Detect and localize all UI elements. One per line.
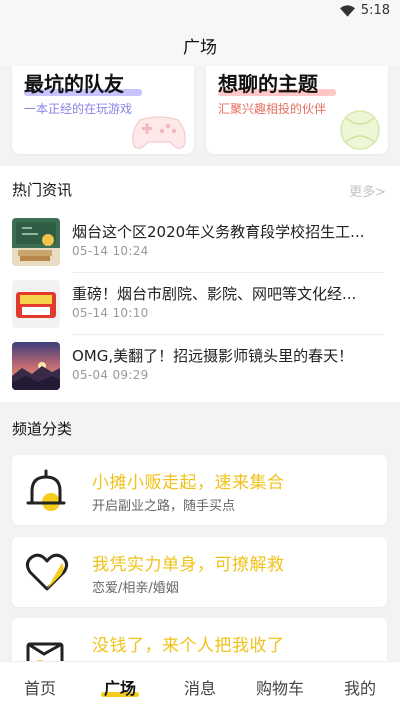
card-subtitle: 一本正经的在玩游戏: [24, 102, 133, 116]
news-title: 重磅！烟台市剧院、影院、网吧等文化经...: [72, 285, 357, 303]
tab-messages[interactable]: 消息: [160, 662, 240, 711]
news-thumbnail: [12, 218, 60, 266]
section-heading: 频道分类: [12, 420, 73, 438]
channel-subtitle: 恋爱/相亲/婚姻: [92, 581, 179, 596]
page-title: 广场: [183, 37, 217, 58]
tab-square[interactable]: 广场: [80, 662, 160, 711]
channel-title: 我凭实力单身，可撩解救: [92, 555, 285, 575]
section-heading: 热门资讯: [12, 181, 73, 199]
news-item[interactable]: 烟台这个区2020年义务教育段学校招生工... 05-14 10:24: [0, 211, 400, 273]
tab-home[interactable]: 首页: [0, 662, 80, 711]
gamepad-icon: [132, 116, 186, 149]
card-title: 想聊的主题: [218, 72, 318, 96]
channel-card-dating[interactable]: 我凭实力单身，可撩解救 恋爱/相亲/婚姻: [12, 537, 387, 607]
tab-cart[interactable]: 购物车: [240, 662, 320, 711]
tab-mine[interactable]: 我的: [320, 662, 400, 711]
status-icons: 5:18: [339, 3, 390, 18]
status-time: 5:18: [360, 3, 390, 18]
app-header: 广场: [0, 24, 400, 66]
news-title: OMG,美翻了！招远摄影师镜头里的春天！: [72, 347, 354, 365]
channel-title: 没钱了，来个人把我收了: [92, 636, 285, 656]
news-time: 05-14 10:24: [72, 244, 149, 258]
bell-icon: [26, 469, 66, 511]
news-thumbnail: [12, 342, 60, 390]
news-item[interactable]: OMG,美翻了！招远摄影师镜头里的春天！ 05-04 09:29: [0, 335, 400, 397]
channel-card-stalls[interactable]: 小摊小贩走起，速来集合 开启副业之路，随手买点: [12, 455, 387, 525]
card-worst-teammate[interactable]: 最坑的队友 一本正经的在玩游戏: [12, 66, 194, 154]
news-title: 烟台这个区2020年义务教育段学校招生工...: [72, 223, 365, 241]
news-item[interactable]: 重磅！烟台市剧院、影院、网吧等文化经... 05-14 10:10: [0, 273, 400, 335]
more-link[interactable]: 更多>: [349, 181, 386, 200]
featured-cards: 最坑的队友 一本正经的在玩游戏 想聊的主题 汇聚兴趣相投的伙伴: [0, 66, 400, 156]
news-time: 05-14 10:10: [72, 306, 149, 320]
channel-section: 频道分类 小摊小贩走起，速来集合 开启副业之路，随手买点 我凭实力单身，可撩解救…: [0, 402, 400, 688]
channel-subtitle: 开启副业之路，随手买点: [92, 499, 236, 514]
wifi-icon: [339, 4, 355, 17]
card-title: 最坑的队友: [24, 72, 124, 96]
status-bar: 5:18: [0, 0, 400, 24]
bottom-tab-bar: 首页 广场 消息 购物车 我的: [0, 661, 400, 711]
ball-icon: [340, 110, 380, 150]
card-chat-topics[interactable]: 想聊的主题 汇聚兴趣相投的伙伴: [206, 66, 388, 154]
news-time: 05-04 09:29: [72, 368, 149, 382]
card-subtitle: 汇聚兴趣相投的伙伴: [218, 102, 327, 116]
channel-title: 小摊小贩走起，速来集合: [92, 473, 285, 493]
news-thumbnail: [12, 280, 60, 328]
hot-news-section: 热门资讯 更多> 烟台这个区2020年义务教育段学校招生工... 05-14 1…: [0, 166, 400, 402]
heart-icon: [25, 553, 69, 591]
